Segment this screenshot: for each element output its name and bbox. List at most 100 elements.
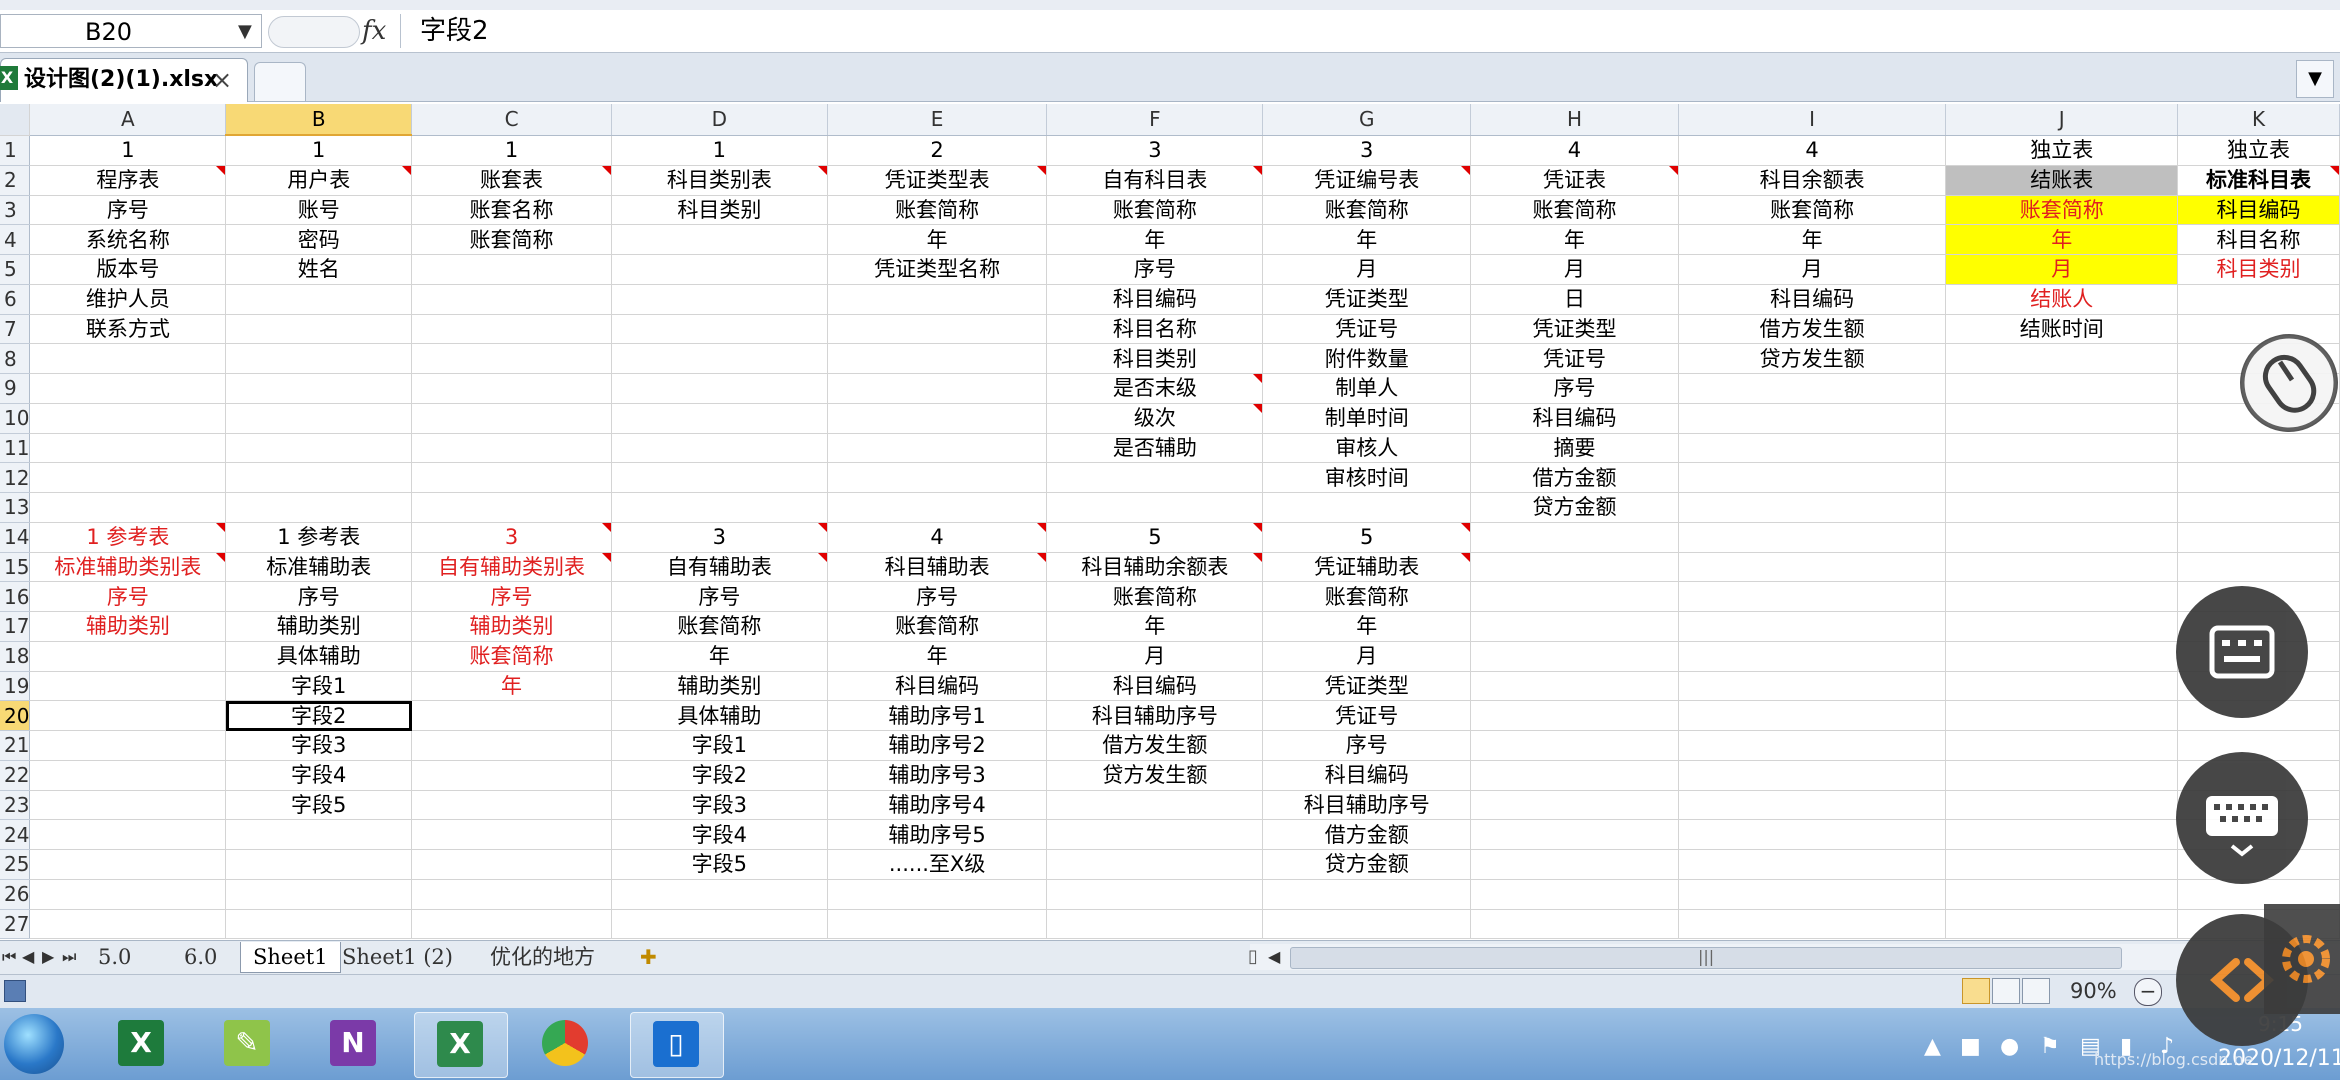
page-layout-view-icon[interactable] bbox=[1992, 978, 2020, 1004]
cell-i17[interactable] bbox=[1678, 611, 1947, 642]
prev-sheet-icon[interactable]: ◀ bbox=[22, 946, 34, 968]
cell-c10[interactable] bbox=[411, 403, 612, 434]
cell-f13[interactable] bbox=[1046, 492, 1264, 523]
cell-f23[interactable] bbox=[1046, 790, 1264, 821]
keyboard-button[interactable] bbox=[2176, 752, 2308, 884]
cell-f2[interactable]: 自有科目表 bbox=[1046, 165, 1264, 196]
cell-j18[interactable] bbox=[1945, 641, 2179, 672]
column-header-a[interactable]: A bbox=[29, 104, 227, 136]
cell-g21[interactable]: 序号 bbox=[1262, 730, 1472, 761]
cell-i20[interactable] bbox=[1678, 700, 1947, 731]
cell-e13[interactable] bbox=[827, 492, 1048, 523]
cell-i14[interactable] bbox=[1678, 522, 1947, 553]
cell-e8[interactable] bbox=[827, 343, 1048, 374]
cell-j7[interactable]: 结账时间 bbox=[1945, 314, 2179, 345]
cell-b3[interactable]: 账号 bbox=[225, 195, 413, 226]
cell-b22[interactable]: 字段4 bbox=[225, 760, 413, 791]
cell-b14[interactable]: 1 参考表 bbox=[225, 522, 413, 553]
cell-h27[interactable] bbox=[1470, 909, 1679, 940]
cell-d4[interactable] bbox=[611, 224, 828, 255]
sheet-tab-1[interactable]: 6.0 bbox=[172, 942, 229, 972]
cell-h15[interactable] bbox=[1470, 552, 1679, 583]
cell-d5[interactable] bbox=[611, 254, 828, 285]
cell-g18[interactable]: 月 bbox=[1262, 641, 1472, 672]
cell-j6[interactable]: 结账人 bbox=[1945, 284, 2179, 315]
cell-j3[interactable]: 账套简称 bbox=[1945, 195, 2179, 226]
cell-i27[interactable] bbox=[1678, 909, 1947, 940]
column-header-i[interactable]: I bbox=[1678, 104, 1947, 136]
cell-e27[interactable] bbox=[827, 909, 1048, 940]
cell-a10[interactable] bbox=[29, 403, 227, 434]
cell-d15[interactable]: 自有辅助表 bbox=[611, 552, 828, 583]
cell-i25[interactable] bbox=[1678, 849, 1947, 880]
cell-a5[interactable]: 版本号 bbox=[29, 254, 227, 285]
cell-b13[interactable] bbox=[225, 492, 413, 523]
cell-j21[interactable] bbox=[1945, 730, 2179, 761]
cell-i9[interactable] bbox=[1678, 373, 1947, 404]
cell-c5[interactable] bbox=[411, 254, 612, 285]
cell-i4[interactable]: 年 bbox=[1678, 224, 1947, 255]
cell-i15[interactable] bbox=[1678, 552, 1947, 583]
cell-f16[interactable]: 账套简称 bbox=[1046, 581, 1264, 612]
cell-a15[interactable]: 标准辅助类别表 bbox=[29, 552, 227, 583]
cell-f11[interactable]: 是否辅助 bbox=[1046, 433, 1264, 464]
cell-a8[interactable] bbox=[29, 343, 227, 374]
cell-d24[interactable]: 字段4 bbox=[611, 819, 828, 850]
cell-d9[interactable] bbox=[611, 373, 828, 404]
cell-b15[interactable]: 标准辅助表 bbox=[225, 552, 413, 583]
cell-g24[interactable]: 借方金额 bbox=[1262, 819, 1472, 850]
cell-a12[interactable] bbox=[29, 462, 227, 493]
cell-b25[interactable] bbox=[225, 849, 413, 880]
cell-e1[interactable]: 2 bbox=[827, 135, 1048, 166]
cell-f22[interactable]: 贷方发生额 bbox=[1046, 760, 1264, 791]
cell-g20[interactable]: 凭证号 bbox=[1262, 700, 1472, 731]
cell-e16[interactable]: 序号 bbox=[827, 581, 1048, 612]
cell-g23[interactable]: 科目辅助序号 bbox=[1262, 790, 1472, 821]
cell-b17[interactable]: 辅助类别 bbox=[225, 611, 413, 642]
zoom-level[interactable]: 90% bbox=[2070, 974, 2117, 1008]
cell-a3[interactable]: 序号 bbox=[29, 195, 227, 226]
cell-c25[interactable] bbox=[411, 849, 612, 880]
taskbar-phone-app[interactable]: ▯ bbox=[630, 1012, 724, 1078]
cell-i8[interactable]: 贷方发生额 bbox=[1678, 343, 1947, 374]
cell-c14[interactable]: 3 bbox=[411, 522, 612, 553]
cell-b1[interactable]: 1 bbox=[225, 135, 413, 166]
cell-g12[interactable]: 审核时间 bbox=[1262, 462, 1472, 493]
cell-k11[interactable] bbox=[2177, 433, 2340, 464]
normal-view-icon[interactable] bbox=[1962, 978, 1990, 1004]
row-header[interactable]: 20 bbox=[0, 700, 31, 731]
tray-expand-icon[interactable]: ▲ bbox=[1924, 1034, 1941, 1060]
column-header-g[interactable]: G bbox=[1262, 104, 1472, 136]
cell-d20[interactable]: 具体辅助 bbox=[611, 700, 828, 731]
cell-j11[interactable] bbox=[1945, 433, 2179, 464]
cell-e14[interactable]: 4 bbox=[827, 522, 1048, 553]
cell-e17[interactable]: 账套简称 bbox=[827, 611, 1048, 642]
cell-b6[interactable] bbox=[225, 284, 413, 315]
cell-c3[interactable]: 账套名称 bbox=[411, 195, 612, 226]
column-header-e[interactable]: E bbox=[827, 104, 1048, 136]
sheet-tab-4[interactable]: 优化的地方 bbox=[478, 942, 607, 972]
cell-f9[interactable]: 是否末级 bbox=[1046, 373, 1264, 404]
row-header[interactable]: 3 bbox=[0, 195, 31, 226]
cell-c9[interactable] bbox=[411, 373, 612, 404]
cell-i13[interactable] bbox=[1678, 492, 1947, 523]
cell-f10[interactable]: 级次 bbox=[1046, 403, 1264, 434]
cell-c17[interactable]: 辅助类别 bbox=[411, 611, 612, 642]
cell-f5[interactable]: 序号 bbox=[1046, 254, 1264, 285]
row-header[interactable]: 16 bbox=[0, 581, 31, 612]
cell-j15[interactable] bbox=[1945, 552, 2179, 583]
cell-j8[interactable] bbox=[1945, 343, 2179, 374]
cell-b27[interactable] bbox=[225, 909, 413, 940]
cell-c23[interactable] bbox=[411, 790, 612, 821]
cell-b16[interactable]: 序号 bbox=[225, 581, 413, 612]
cell-i7[interactable]: 借方发生额 bbox=[1678, 314, 1947, 345]
cell-f7[interactable]: 科目名称 bbox=[1046, 314, 1264, 345]
cell-b18[interactable]: 具体辅助 bbox=[225, 641, 413, 672]
cell-e25[interactable]: ......至X级 bbox=[827, 849, 1048, 880]
cell-a25[interactable] bbox=[29, 849, 227, 880]
cell-a17[interactable]: 辅助类别 bbox=[29, 611, 227, 642]
cell-h6[interactable]: 日 bbox=[1470, 284, 1679, 315]
cell-j20[interactable] bbox=[1945, 700, 2179, 731]
cell-j24[interactable] bbox=[1945, 819, 2179, 850]
cell-h14[interactable] bbox=[1470, 522, 1679, 553]
